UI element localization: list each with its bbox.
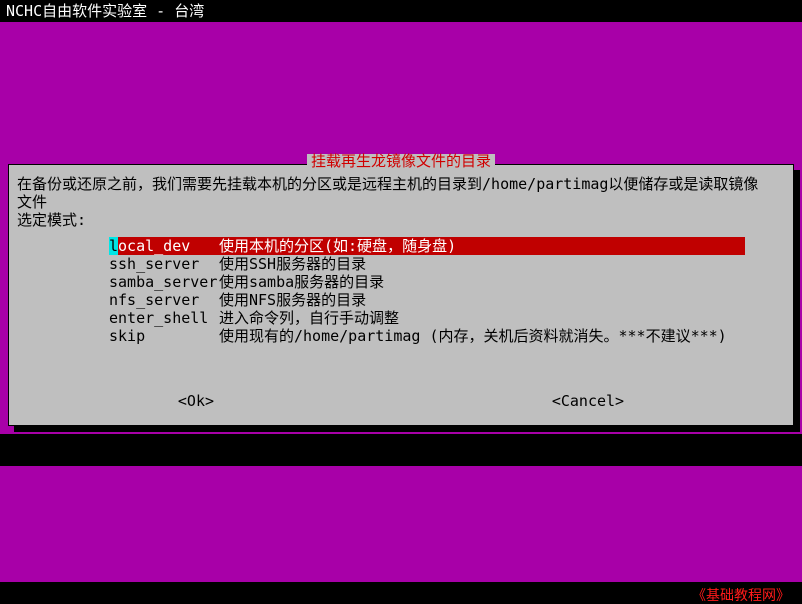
intro-text: 在备份或还原之前，我们需要先挂载本机的分区或是远程主机的目录到/home/par…	[17, 175, 785, 193]
shadow-bar	[0, 434, 802, 466]
menu-item-nfs-server[interactable]: nfs_server使用NFS服务器的目录	[109, 291, 785, 309]
menu-item-samba-server[interactable]: samba_server使用samba服务器的目录	[109, 273, 785, 291]
dialog-title: 挂载再生龙镜像文件的目录	[307, 154, 495, 169]
window-title: NCHC自由软件实验室 - 台湾	[0, 0, 802, 22]
mount-dialog: 挂载再生龙镜像文件的目录 在备份或还原之前，我们需要先挂载本机的分区或是远程主机…	[8, 164, 794, 426]
ok-button[interactable]: <Ok>	[176, 394, 216, 409]
intro-text: 选定模式:	[17, 211, 785, 229]
menu-item-enter-shell[interactable]: enter_shell进入命令列，自行手动调整	[109, 309, 785, 327]
menu-item-skip[interactable]: skip使用现有的/home/partimag (内存，关机后资料就消失。***…	[109, 327, 785, 345]
watermark: 《基础教程网》	[692, 588, 790, 602]
menu-item-local-dev[interactable]: local_dev使用本机的分区(如:硬盘，随身盘)	[109, 237, 745, 255]
menu-item-ssh-server[interactable]: ssh_server使用SSH服务器的目录	[109, 255, 785, 273]
bottom-bar	[0, 582, 802, 604]
intro-text: 文件	[17, 193, 785, 211]
cancel-button[interactable]: <Cancel>	[550, 394, 626, 409]
mode-menu: local_dev使用本机的分区(如:硬盘，随身盘) ssh_server使用S…	[109, 237, 785, 345]
